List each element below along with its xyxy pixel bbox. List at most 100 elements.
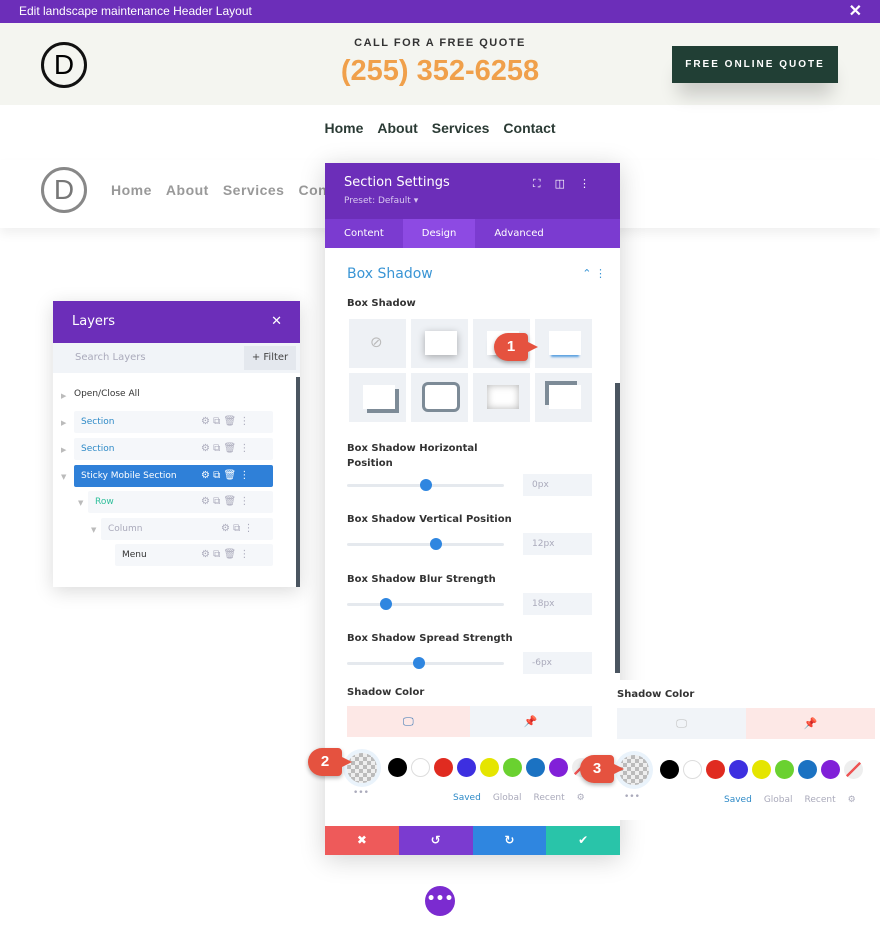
- sticky-logo[interactable]: D: [41, 167, 87, 213]
- collapse-chevron-icon[interactable]: ⌃ ⋮: [582, 267, 606, 280]
- more-options-button[interactable]: •••: [425, 886, 455, 916]
- layer-actions-icons[interactable]: ⚙ ⧉ ⋮: [221, 518, 253, 540]
- filter-button[interactable]: + Filter: [244, 346, 296, 370]
- settings-header[interactable]: Section Settings Preset: Default ▾ ⛶◫⋮: [325, 163, 620, 219]
- preset-6[interactable]: [473, 373, 530, 422]
- color-swatch[interactable]: [549, 758, 568, 777]
- tab-advanced[interactable]: Advanced: [475, 219, 562, 248]
- saved-tab[interactable]: Saved: [724, 795, 752, 805]
- preset-3-selected[interactable]: [535, 319, 592, 368]
- preset-1[interactable]: [411, 319, 468, 368]
- saved-tab[interactable]: Saved: [453, 793, 481, 803]
- fullscreen-icon[interactable]: ⛶: [533, 177, 555, 190]
- vertical-position-slider[interactable]: [347, 538, 504, 550]
- layer-row[interactable]: Row ⚙ ⧉ 🗑 ⋮: [88, 491, 273, 513]
- desktop-tab-icon[interactable]: 🖵: [347, 706, 470, 737]
- slider-thumb[interactable]: [380, 598, 393, 610]
- layer-actions-icons[interactable]: ⚙ ⧉ 🗑 ⋮: [201, 544, 249, 566]
- color-swatch[interactable]: [775, 760, 794, 779]
- color-swatch[interactable]: [388, 758, 407, 777]
- tab-design[interactable]: Design: [402, 219, 476, 248]
- color-swatch[interactable]: [683, 760, 702, 779]
- global-tab[interactable]: Global: [764, 795, 793, 805]
- preset-4[interactable]: [349, 373, 406, 422]
- gear-icon[interactable]: ⚙: [577, 793, 585, 803]
- color-swatch[interactable]: [660, 760, 679, 779]
- spread-strength-slider[interactable]: [347, 657, 504, 669]
- preset-none[interactable]: ⊘: [349, 319, 406, 368]
- color-swatch[interactable]: [821, 760, 840, 779]
- layer-actions-icons[interactable]: ⚙ ⧉ 🗑 ⋮: [201, 411, 249, 433]
- horizontal-position-input[interactable]: 0px: [523, 474, 592, 496]
- logo[interactable]: D: [41, 42, 87, 88]
- global-tab[interactable]: Global: [493, 793, 522, 803]
- layer-actions-icons[interactable]: ⚙ ⧉ 🗑 ⋮: [201, 438, 249, 460]
- layer-column[interactable]: Column ⚙ ⧉ ⋮: [101, 518, 273, 540]
- blur-strength-input[interactable]: 18px: [523, 593, 592, 615]
- desktop-tab-icon[interactable]: 🖵: [617, 708, 746, 739]
- color-swatch[interactable]: [480, 758, 499, 777]
- blur-strength-slider[interactable]: [347, 598, 504, 610]
- menu-contact[interactable]: Contact: [503, 120, 555, 136]
- collapse-icon[interactable]: ▼: [78, 499, 83, 507]
- more-options-icon[interactable]: ⋮: [579, 177, 604, 190]
- menu-about[interactable]: About: [166, 182, 209, 198]
- color-swatch[interactable]: [706, 760, 725, 779]
- menu-about[interactable]: About: [377, 120, 417, 136]
- cancel-button[interactable]: ✖: [325, 826, 399, 855]
- layer-actions-icons[interactable]: ⚙ ⧉ 🗑 ⋮: [201, 465, 249, 487]
- horizontal-position-slider[interactable]: [347, 479, 504, 491]
- slider-thumb[interactable]: [413, 657, 426, 669]
- split-view-icon[interactable]: ◫: [555, 177, 579, 190]
- more-dots-icon[interactable]: •••: [353, 788, 369, 798]
- expand-icon[interactable]: ▶: [61, 419, 66, 427]
- color-swatch[interactable]: [457, 758, 476, 777]
- close-icon[interactable]: ✕: [271, 301, 282, 343]
- gear-icon[interactable]: ⚙: [848, 795, 856, 805]
- search-layers-input[interactable]: Search Layers + Filter: [53, 343, 300, 373]
- layer-section[interactable]: Section ⚙ ⧉ 🗑 ⋮: [74, 411, 273, 433]
- box-shadow-section-title[interactable]: Box Shadow: [347, 266, 433, 282]
- free-quote-button[interactable]: FREE ONLINE QUOTE: [672, 46, 838, 83]
- spread-strength-input[interactable]: -6px: [523, 652, 592, 674]
- vertical-position-input[interactable]: 12px: [523, 533, 592, 555]
- layer-section[interactable]: Section ⚙ ⧉ 🗑 ⋮: [74, 438, 273, 460]
- save-button[interactable]: ✔: [546, 826, 620, 855]
- color-swatch[interactable]: [411, 758, 430, 777]
- scrollbar[interactable]: [615, 383, 620, 673]
- layers-header[interactable]: Layers ✕: [53, 301, 300, 343]
- close-icon[interactable]: ✕: [849, 0, 862, 23]
- open-close-all[interactable]: Open/Close All: [74, 389, 140, 399]
- slider-thumb[interactable]: [419, 479, 432, 491]
- header-icons[interactable]: ⛶◫⋮: [533, 177, 604, 191]
- layer-menu[interactable]: Menu ⚙ ⧉ 🗑 ⋮: [115, 544, 273, 566]
- collapse-icon[interactable]: ▼: [91, 526, 96, 534]
- color-swatch[interactable]: [729, 760, 748, 779]
- redo-button[interactable]: ↻: [472, 826, 547, 855]
- recent-tab[interactable]: Recent: [534, 793, 565, 803]
- menu-services[interactable]: Services: [223, 182, 285, 198]
- expand-icon[interactable]: ▶: [61, 446, 66, 454]
- scrollbar[interactable]: [296, 377, 300, 587]
- color-swatch[interactable]: [798, 760, 817, 779]
- layer-actions-icons[interactable]: ⚙ ⧉ 🗑 ⋮: [201, 491, 249, 513]
- layer-sticky-mobile-section[interactable]: Sticky Mobile Section ⚙ ⧉ 🗑 ⋮: [74, 465, 273, 487]
- collapse-icon[interactable]: ▼: [61, 473, 66, 481]
- more-dots-icon[interactable]: •••: [624, 792, 640, 802]
- recent-tab[interactable]: Recent: [805, 795, 836, 805]
- slider-thumb[interactable]: [430, 538, 443, 550]
- sticky-pin-tab-icon[interactable]: 📌: [746, 708, 875, 739]
- color-swatch[interactable]: [526, 758, 545, 777]
- menu-services[interactable]: Services: [432, 120, 490, 136]
- preset-dropdown[interactable]: Preset: Default ▾: [344, 196, 418, 206]
- preset-5[interactable]: [411, 373, 468, 422]
- color-swatch[interactable]: [434, 758, 453, 777]
- color-swatch[interactable]: [503, 758, 522, 777]
- menu-home[interactable]: Home: [111, 182, 152, 198]
- tab-content[interactable]: Content: [325, 219, 403, 248]
- phone-number[interactable]: (255) 352-6258: [300, 55, 580, 88]
- menu-home[interactable]: Home: [324, 120, 363, 136]
- no-color-swatch-icon[interactable]: [844, 760, 863, 779]
- expand-icon[interactable]: ▶: [61, 392, 66, 400]
- undo-button[interactable]: ↺: [398, 826, 473, 855]
